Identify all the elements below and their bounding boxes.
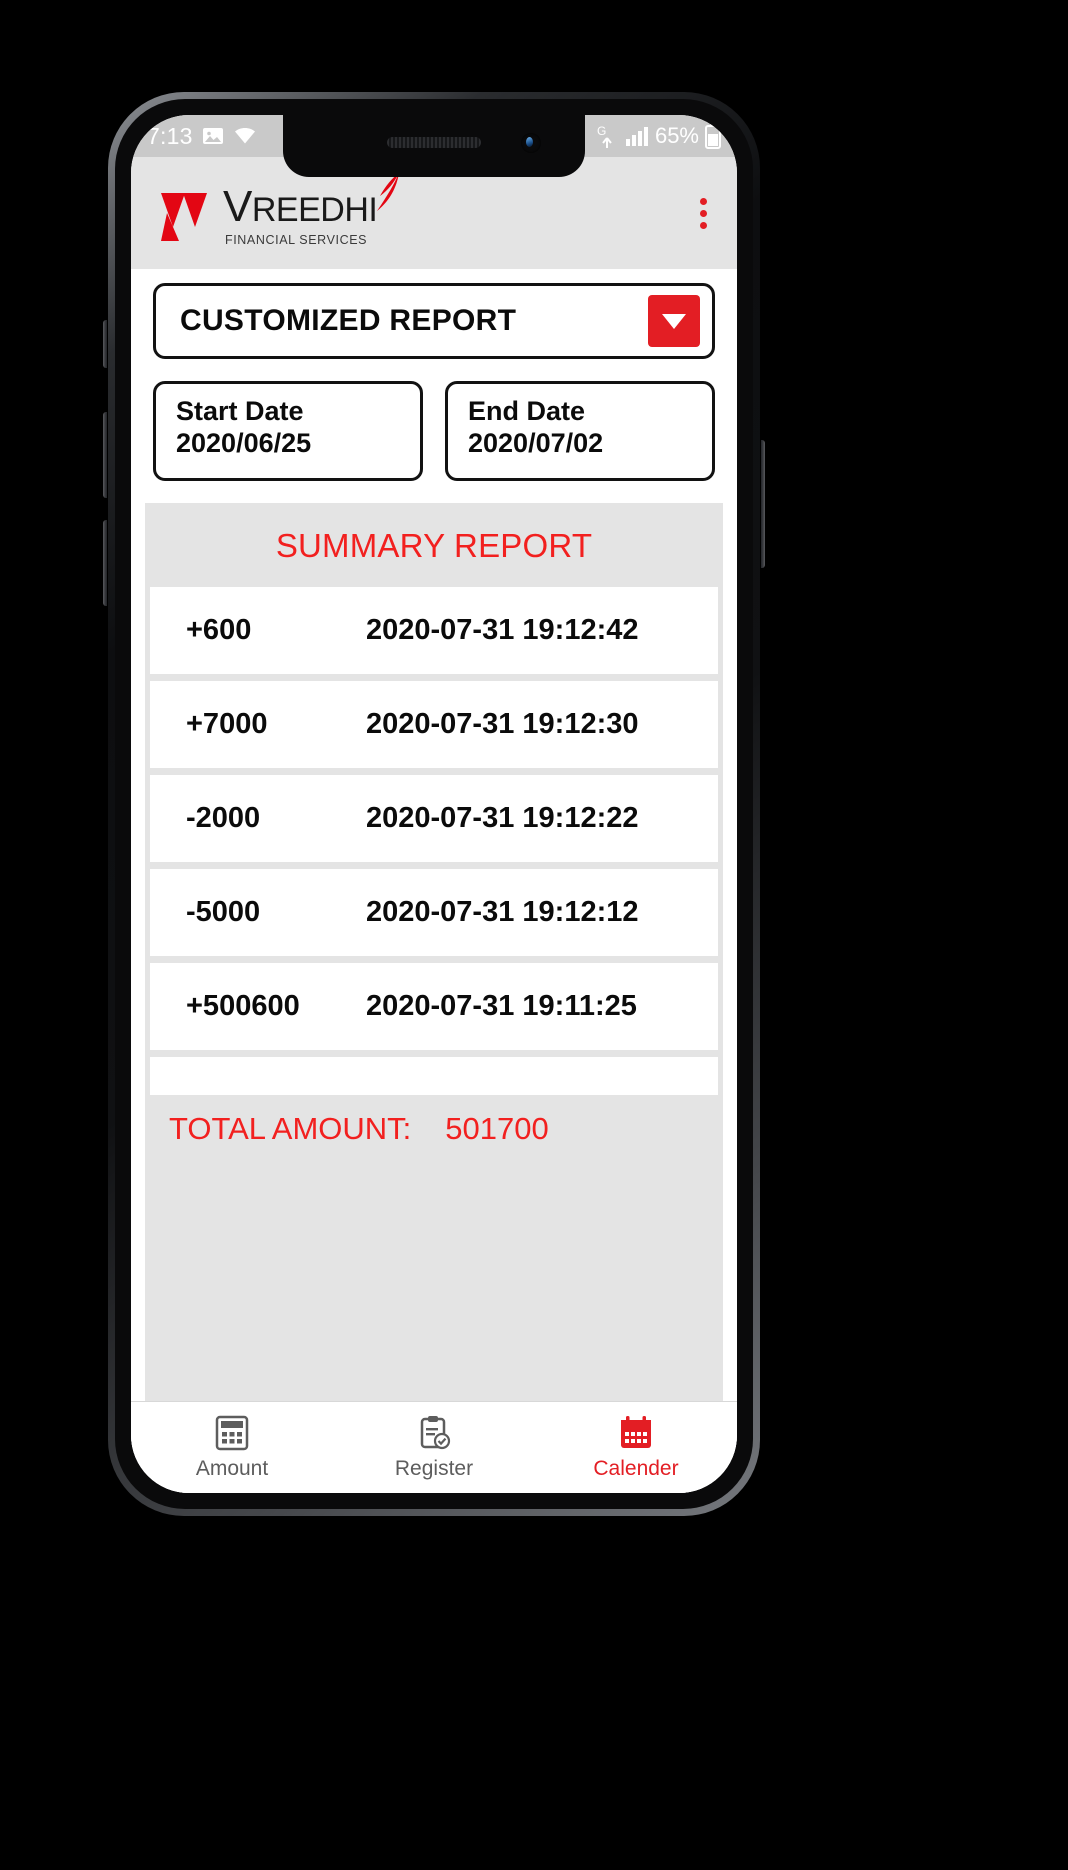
report-controls: CUSTOMIZED REPORT Start Date 2020/06/25	[131, 269, 737, 481]
network-g-icon: G	[597, 123, 619, 149]
nav-label-register: Register	[394, 1457, 474, 1480]
end-date-label: End Date	[468, 396, 586, 426]
table-row[interactable]: +7000 2020-07-31 19:12:30	[150, 681, 718, 768]
date-range-row: Start Date 2020/06/25 End Date 2020/07/0…	[153, 381, 715, 481]
overflow-menu-icon[interactable]	[692, 188, 715, 239]
front-camera	[521, 133, 541, 153]
total-amount-row: TOTAL AMOUNT: 501700	[145, 1095, 723, 1165]
end-date-value: 2020/07/02	[468, 427, 604, 458]
phone-notch	[283, 115, 585, 177]
app-logo-tagline: FINANCIAL SERVICES	[225, 233, 368, 247]
earpiece-speaker	[387, 137, 481, 148]
table-row[interactable]: -5000 2020-07-31 19:12:12	[150, 869, 718, 956]
app-logo-text: VREEDHI FINANCIAL SERVICES	[223, 173, 400, 247]
image-icon	[201, 124, 225, 148]
transaction-amount: -5000	[186, 896, 261, 928]
svg-text:G: G	[597, 124, 606, 138]
transaction-datetime: 2020-07-31 19:12:30	[366, 708, 639, 740]
total-amount-label: TOTAL AMOUNT:	[169, 1111, 412, 1146]
transaction-list-footer	[145, 1057, 723, 1095]
nav-item-register[interactable]: Register	[333, 1414, 535, 1481]
phone-bezel: 7:13 G 65% VREEDHI FINANCIAL SERVICES CU…	[115, 99, 753, 1509]
summary-report-panel: SUMMARY REPORT +600 2020-07-31 19:12:42 +7…	[145, 503, 723, 1401]
battery-icon	[705, 123, 721, 149]
transaction-amount: -2000	[186, 802, 261, 834]
logo-swoosh-icon	[363, 171, 403, 223]
table-row-empty	[150, 1057, 718, 1095]
start-date-label: Start Date	[176, 396, 304, 426]
app-logo-wordmark-v: V	[223, 182, 252, 231]
status-bar-right: G 65%	[597, 123, 721, 149]
transaction-amount: +500600	[186, 990, 300, 1022]
nav-item-calender[interactable]: Calender	[535, 1414, 737, 1481]
transaction-datetime: 2020-07-31 19:12:42	[366, 614, 639, 646]
app-logo-wordmark-rest: REEDHI	[251, 191, 378, 229]
bottom-navigation: Amount Register Calender	[131, 1401, 737, 1493]
start-date-field[interactable]: Start Date 2020/06/25	[153, 381, 423, 481]
total-amount-value: 501700	[445, 1111, 549, 1146]
status-time: 7:13	[147, 122, 193, 149]
nav-label-calender: Calender	[593, 1457, 679, 1480]
phone-frame: 7:13 G 65% VREEDHI FINANCIAL SERVICES CU…	[108, 92, 760, 1516]
summary-report-title: SUMMARY REPORT	[275, 527, 593, 564]
transaction-datetime: 2020-07-31 19:12:22	[366, 802, 639, 834]
battery-percent-label: 65%	[654, 123, 699, 148]
nav-item-amount[interactable]: Amount	[131, 1414, 333, 1481]
table-row[interactable]: -2000 2020-07-31 19:12:22	[150, 775, 718, 862]
end-date-field[interactable]: End Date 2020/07/02	[445, 381, 715, 481]
nav-label-amount: Amount	[195, 1457, 269, 1480]
wifi-icon	[233, 124, 257, 148]
transaction-datetime: 2020-07-31 19:12:12	[366, 896, 639, 928]
report-type-label: CUSTOMIZED REPORT	[180, 304, 517, 337]
calculator-icon	[215, 1414, 249, 1452]
clipboard-check-icon	[417, 1414, 451, 1452]
signal-bars-icon	[625, 125, 649, 147]
report-type-select[interactable]: CUSTOMIZED REPORT	[153, 283, 715, 359]
vreedhi-mark-icon	[159, 185, 221, 247]
chevron-down-icon[interactable]	[648, 295, 700, 347]
start-date-value: 2020/06/25	[176, 427, 312, 458]
calendar-icon	[619, 1414, 653, 1452]
table-row[interactable]: +500600 2020-07-31 19:11:25	[150, 963, 718, 1050]
app-logo: VREEDHI FINANCIAL SERVICES	[159, 173, 400, 247]
app-logo-wordmark: VREEDHI	[223, 173, 400, 232]
transaction-datetime: 2020-07-31 19:11:25	[366, 990, 637, 1022]
status-bar-left: 7:13	[147, 123, 257, 150]
table-row[interactable]: +600 2020-07-31 19:12:42	[150, 587, 718, 674]
app-content: CUSTOMIZED REPORT Start Date 2020/06/25	[131, 269, 737, 1493]
transaction-list[interactable]: +600 2020-07-31 19:12:42 +7000 2020-07-31 1…	[145, 587, 723, 1050]
transaction-amount: +7000	[186, 708, 268, 740]
phone-screen: 7:13 G 65% VREEDHI FINANCIAL SERVICES CU…	[131, 115, 737, 1493]
transaction-amount: +600	[186, 614, 252, 646]
screenshot-root: 7:13 G 65% VREEDHI FINANCIAL SERVICES CU…	[0, 0, 1068, 1870]
